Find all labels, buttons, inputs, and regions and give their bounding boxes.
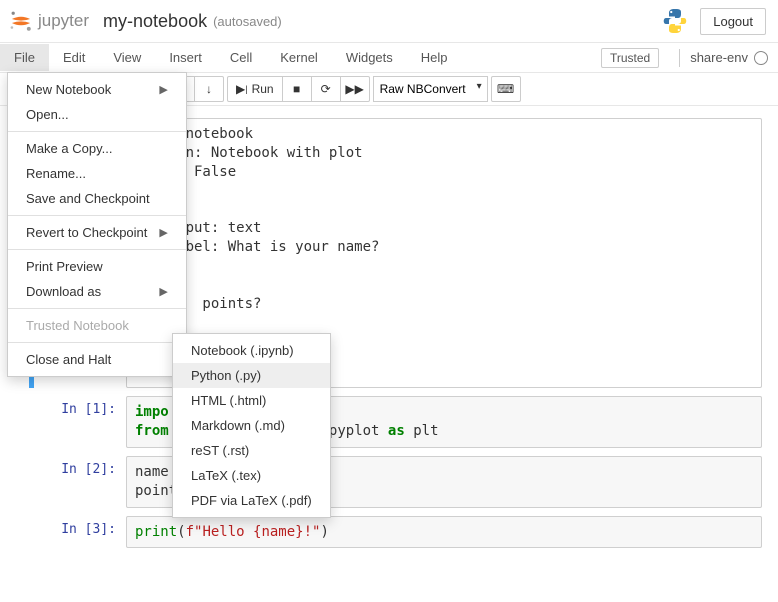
file-print-preview[interactable]: Print Preview bbox=[8, 254, 186, 279]
prompt-in-1: In [1]: bbox=[16, 396, 126, 448]
header: jupyter my-notebook (autosaved) Logout bbox=[0, 0, 778, 43]
fast-forward-icon: ▶▶ bbox=[345, 82, 363, 96]
download-as-submenu: Notebook (.ipynb) Python (.py) HTML (.ht… bbox=[172, 333, 331, 518]
download-html[interactable]: HTML (.html) bbox=[173, 388, 330, 413]
stop-icon: ■ bbox=[293, 82, 300, 96]
menu-view[interactable]: View bbox=[99, 44, 155, 71]
code-cell-2[interactable]: In [2]: name = "Piotr" points = 200 bbox=[16, 456, 762, 508]
run-icon: ▶| bbox=[236, 82, 248, 96]
download-ipynb[interactable]: Notebook (.ipynb) bbox=[173, 338, 330, 363]
download-py[interactable]: Python (.py) bbox=[173, 363, 330, 388]
move-down-button[interactable]: ↓ bbox=[194, 76, 224, 102]
prompt-in-3: In [3]: bbox=[16, 516, 126, 549]
menu-widgets[interactable]: Widgets bbox=[332, 44, 407, 71]
menu-cell[interactable]: Cell bbox=[216, 44, 266, 71]
chevron-right-icon: ▶ bbox=[159, 83, 167, 96]
arrow-down-icon: ↓ bbox=[206, 82, 212, 96]
menu-file[interactable]: File bbox=[0, 44, 49, 71]
file-open[interactable]: Open... bbox=[8, 102, 186, 127]
restart-button[interactable]: ⟳ bbox=[311, 76, 341, 102]
brand-text: jupyter bbox=[38, 11, 89, 31]
cell-type-select[interactable]: Raw NBConvert bbox=[373, 76, 488, 102]
menu-help[interactable]: Help bbox=[407, 44, 462, 71]
autosave-status: (autosaved) bbox=[213, 14, 282, 29]
jupyter-icon bbox=[8, 8, 34, 34]
prompt-in-2: In [2]: bbox=[16, 456, 126, 508]
download-md[interactable]: Markdown (.md) bbox=[173, 413, 330, 438]
kernel-indicator-icon bbox=[754, 51, 768, 65]
file-trusted-notebook: Trusted Notebook bbox=[8, 313, 186, 338]
python-icon bbox=[660, 6, 690, 36]
restart-run-all-button[interactable]: ▶▶ bbox=[340, 76, 370, 102]
restart-icon: ⟳ bbox=[321, 82, 331, 96]
code-cell-3-body[interactable]: print(f"Hello {name}!") bbox=[126, 516, 762, 549]
file-save-checkpoint[interactable]: Save and Checkpoint bbox=[8, 186, 186, 211]
divider bbox=[679, 49, 680, 67]
download-tex[interactable]: LaTeX (.tex) bbox=[173, 463, 330, 488]
file-dropdown: New Notebook▶ Open... Make a Copy... Ren… bbox=[7, 72, 187, 377]
file-make-copy[interactable]: Make a Copy... bbox=[8, 136, 186, 161]
notebook-title[interactable]: my-notebook bbox=[103, 11, 207, 32]
kernel-name[interactable]: share-env bbox=[690, 50, 748, 65]
trusted-badge[interactable]: Trusted bbox=[601, 48, 659, 68]
jupyter-logo[interactable]: jupyter bbox=[8, 8, 89, 34]
file-revert-checkpoint[interactable]: Revert to Checkpoint▶ bbox=[8, 220, 186, 245]
file-download-as[interactable]: Download as▶ bbox=[8, 279, 186, 304]
chevron-right-icon: ▶ bbox=[159, 226, 167, 239]
code-cell-3[interactable]: In [3]: print(f"Hello {name}!") bbox=[16, 516, 762, 549]
download-pdf[interactable]: PDF via LaTeX (.pdf) bbox=[173, 488, 330, 513]
run-button[interactable]: ▶|Run bbox=[227, 76, 283, 102]
code-cell-1[interactable]: In [1]: impo from matplotlib import pypl… bbox=[16, 396, 762, 448]
menu-kernel[interactable]: Kernel bbox=[266, 44, 332, 71]
interrupt-button[interactable]: ■ bbox=[282, 76, 312, 102]
chevron-right-icon: ▶ bbox=[159, 285, 167, 298]
file-rename[interactable]: Rename... bbox=[8, 161, 186, 186]
menu-edit[interactable]: Edit bbox=[49, 44, 99, 71]
menubar: File Edit View Insert Cell Kernel Widget… bbox=[0, 43, 778, 73]
keyboard-icon: ⌨ bbox=[497, 82, 514, 96]
file-close-halt[interactable]: Close and Halt bbox=[8, 347, 186, 372]
menu-insert[interactable]: Insert bbox=[155, 44, 216, 71]
command-palette-button[interactable]: ⌨ bbox=[491, 76, 521, 102]
download-rst[interactable]: reST (.rst) bbox=[173, 438, 330, 463]
file-new-notebook[interactable]: New Notebook▶ bbox=[8, 77, 186, 102]
logout-button[interactable]: Logout bbox=[700, 8, 766, 35]
